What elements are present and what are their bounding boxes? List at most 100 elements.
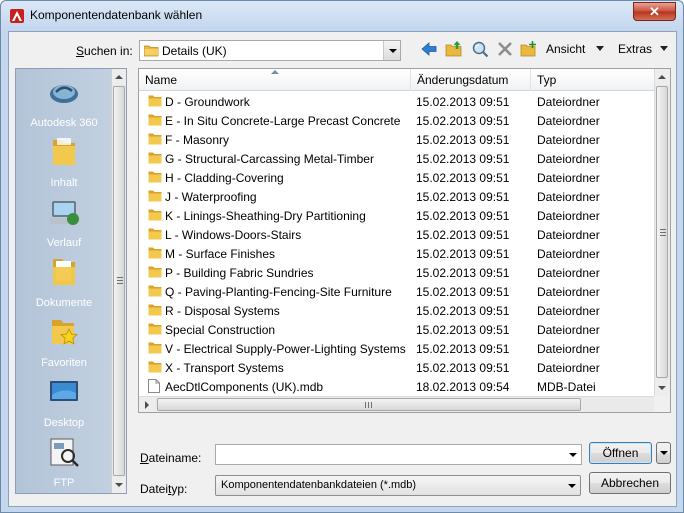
file-name: H - Cladding-Covering xyxy=(165,171,284,185)
file-name: L - Windows-Doors-Stairs xyxy=(165,228,302,242)
file-row[interactable]: X - Transport Systems 15.02.2013 09:51 Dat… xyxy=(139,358,655,377)
file-type: Dateiordner xyxy=(537,228,600,242)
chevron-down-icon[interactable] xyxy=(564,445,581,464)
place-ftp[interactable]: FTP xyxy=(16,435,112,489)
place-verlauf[interactable]: Verlauf xyxy=(16,195,112,249)
file-type: Dateiordner xyxy=(537,266,600,280)
folder-icon xyxy=(148,151,162,167)
folder-icon xyxy=(148,284,162,300)
file-type: Dateiordner xyxy=(537,304,600,318)
folder-icon xyxy=(148,170,162,186)
file-date: 15.02.2013 09:51 xyxy=(416,171,510,185)
file-row[interactable]: H - Cladding-Covering 15.02.2013 09:51 Dat… xyxy=(139,168,655,187)
file-date: 15.02.2013 09:51 xyxy=(416,209,510,223)
cloud-icon xyxy=(50,85,78,103)
column-header-type[interactable]: Typ xyxy=(531,69,655,91)
chevron-down-icon[interactable] xyxy=(563,476,580,495)
scroll-up-button[interactable] xyxy=(655,69,670,85)
file-type: Dateiordner xyxy=(537,209,600,223)
extras-dropdown-icon[interactable] xyxy=(660,46,668,51)
extras-menu[interactable]: Extras xyxy=(618,42,652,56)
file-row[interactable]: L - Windows-Doors-Stairs 15.02.2013 09:51… xyxy=(139,225,655,244)
place-dokumente[interactable]: Dokumente xyxy=(16,255,112,309)
file-row[interactable]: J - Waterproofing 15.02.2013 09:51 Dateior… xyxy=(139,187,655,206)
folder-icon xyxy=(148,189,162,205)
file-row[interactable]: P - Building Fabric Sundries 15.02.2013 0… xyxy=(139,263,655,282)
open-button[interactable]: Öffnen xyxy=(589,442,652,464)
file-row[interactable]: E - In Situ Concrete-Large Precast Concr… xyxy=(139,111,655,130)
new-folder-icon[interactable] xyxy=(520,40,538,58)
folder-icon xyxy=(53,138,75,165)
filetype-combobox[interactable]: Komponentendatenbankdateien (*.mdb) xyxy=(215,475,581,496)
window-title: Komponentendatenbank wählen xyxy=(30,8,203,22)
file-type: MDB-Datei xyxy=(537,380,596,394)
file-date: 15.02.2013 09:51 xyxy=(416,95,510,109)
lookin-combobox[interactable]: Details (UK) xyxy=(139,40,401,61)
file-date: 15.02.2013 09:51 xyxy=(416,152,510,166)
folder-icon xyxy=(148,246,162,262)
places-scrollbar[interactable] xyxy=(111,69,126,493)
file-name: V - Electrical Supply-Power-Lighting Sys… xyxy=(165,342,406,356)
folder-icon xyxy=(148,208,162,224)
file-type: Dateiordner xyxy=(537,152,600,166)
places-scroll-thumb[interactable] xyxy=(113,86,125,476)
open-dropdown-button[interactable] xyxy=(656,442,671,464)
file-row[interactable]: G - Structural-Carcassing Metal-Timber 15… xyxy=(139,149,655,168)
folder-icon xyxy=(148,303,162,319)
scroll-down-button[interactable] xyxy=(112,477,126,493)
place-favoriten[interactable]: Favoriten xyxy=(16,315,112,369)
back-arrow-icon[interactable] xyxy=(420,40,438,58)
place-label: Desktop xyxy=(43,417,85,429)
file-row[interactable]: M - Surface Finishes 15.02.2013 09:51 Date… xyxy=(139,244,655,263)
file-type: Dateiordner xyxy=(537,342,600,356)
file-date: 18.02.2013 09:54 xyxy=(416,380,510,394)
search-web-icon[interactable] xyxy=(471,40,489,58)
ansicht-dropdown-icon[interactable] xyxy=(596,46,604,51)
file-row[interactable]: AecDtlComponents (UK).mdb 18.02.2013 09:5… xyxy=(139,377,655,396)
place-desktop[interactable]: Desktop xyxy=(16,375,112,429)
folder-icon xyxy=(148,113,162,129)
file-row[interactable]: V - Electrical Supply-Power-Lighting Sys… xyxy=(139,339,655,358)
place-label: Dokumente xyxy=(35,297,93,309)
file-row[interactable]: Special Construction 15.02.2013 09:51 Date… xyxy=(139,320,655,339)
file-list-vscrollbar[interactable] xyxy=(654,69,670,396)
file-row[interactable]: Q - Paving-Planting-Fencing-Site Furnitu… xyxy=(139,282,655,301)
file-date: 15.02.2013 09:51 xyxy=(416,228,510,242)
folder-icon xyxy=(144,45,159,57)
place-label: Inhalt xyxy=(50,177,78,189)
file-name: F - Masonry xyxy=(165,133,230,147)
place-label: Autodesk 360 xyxy=(30,117,98,129)
file-name: E - In Situ Concrete-Large Precast Concr… xyxy=(165,114,401,128)
scroll-up-button[interactable] xyxy=(112,69,126,85)
place-autodesk-360[interactable]: Autodesk 360 xyxy=(16,75,112,129)
file-date: 15.02.2013 09:51 xyxy=(416,133,510,147)
file-row[interactable]: R - Disposal Systems 15.02.2013 09:51 Date… xyxy=(139,301,655,320)
ansicht-menu[interactable]: Ansicht xyxy=(546,42,585,56)
up-folder-icon[interactable] xyxy=(445,40,463,58)
file-name: R - Disposal Systems xyxy=(165,304,280,318)
place-label: FTP xyxy=(53,477,75,489)
cancel-button[interactable]: Abbrechen xyxy=(589,472,671,494)
file-date: 15.02.2013 09:51 xyxy=(416,190,510,204)
place-inhalt[interactable]: Inhalt xyxy=(16,135,112,189)
title-bar[interactable]: Komponentendatenbank wählen ✕ xyxy=(1,1,683,31)
file-name: AecDtlComponents (UK).mdb xyxy=(165,380,324,394)
file-list-vscroll-thumb[interactable] xyxy=(656,86,668,378)
delete-icon[interactable] xyxy=(496,40,514,58)
column-header-date[interactable]: Änderungsdatum xyxy=(411,69,531,91)
file-list-hscrollbar[interactable] xyxy=(139,396,655,412)
filename-input[interactable] xyxy=(215,444,582,465)
file-date: 15.02.2013 09:51 xyxy=(416,304,510,318)
scroll-down-button[interactable] xyxy=(655,380,670,396)
file-type: Dateiordner xyxy=(537,323,600,337)
file-row[interactable]: F - Masonry 15.02.2013 09:51 Dateiordner xyxy=(139,130,655,149)
chevron-down-icon[interactable] xyxy=(383,41,400,60)
column-header-name[interactable]: Name xyxy=(139,69,411,91)
file-list-hscroll-thumb[interactable] xyxy=(157,398,581,411)
close-button[interactable]: ✕ xyxy=(633,2,676,21)
file-date: 15.02.2013 09:51 xyxy=(416,114,510,128)
file-row[interactable]: K - Linings-Sheathing-Dry Partitioning 15… xyxy=(139,206,655,225)
folder-icon xyxy=(148,227,162,243)
file-row[interactable]: D - Groundwork 15.02.2013 09:51 Dateiordne… xyxy=(139,92,655,111)
scroll-right-button[interactable] xyxy=(139,397,155,412)
